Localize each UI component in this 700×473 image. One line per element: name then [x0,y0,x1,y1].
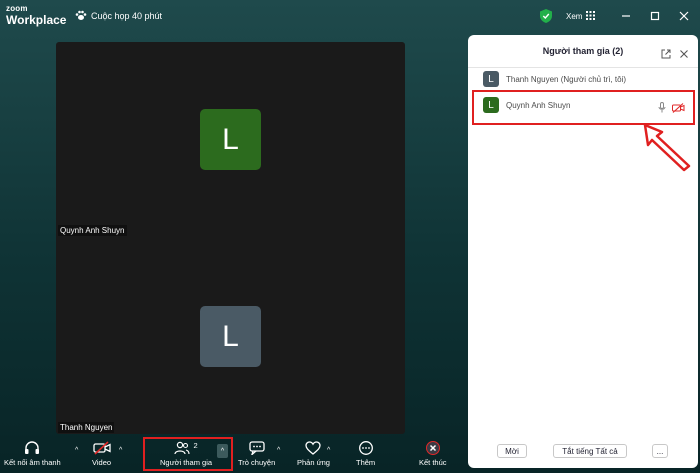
minimize-icon [622,15,630,17]
invite-button[interactable]: Mời [497,444,527,458]
reactions-button[interactable]: Phản ứng [297,441,330,467]
end-label: Kết thúc [419,458,447,467]
close-icon [679,11,689,21]
panel-close-icon[interactable] [679,46,689,64]
more-icon [358,441,374,455]
chat-label: Trò chuyện [238,458,276,467]
view-label: Xem [566,12,583,21]
logo-bottom-text: Workplace [6,13,67,27]
maximize-button[interactable] [647,8,663,24]
participants-caret-button[interactable]: ^ [217,444,228,458]
video-tile-name: Quynh Anh Shuyn [58,225,127,236]
video-caret-icon[interactable]: ^ [119,447,122,454]
participants-label: Người tham gia [160,458,213,467]
join-audio-label: Kết nối âm thanh [4,458,61,467]
video-tile-avatar[interactable]: L [200,306,261,367]
title-bar: zoom Workplace Cuộc họp 40 phút Xem [0,0,700,33]
participants-icon-group: 2 [174,441,198,455]
reactions-label: Phản ứng [297,458,330,467]
end-meeting-button[interactable]: Kết thúc [419,441,447,467]
video-tile-name: Thanh Nguyen [58,422,115,433]
maximize-icon [650,11,660,21]
zoom-logo: zoom Workplace [6,4,67,27]
video-label: Video [92,458,112,467]
audio-caret-icon[interactable]: ^ [75,447,78,454]
meeting-info[interactable]: Cuộc họp 40 phút [75,10,162,21]
participants-count: 2 [193,441,198,450]
reactions-caret-icon[interactable]: ^ [327,447,330,454]
view-button[interactable]: Xem [566,11,596,22]
mute-all-button[interactable]: Tắt tiếng Tất cả [553,444,627,458]
grid-icon [586,11,596,22]
headphones-icon [24,441,40,455]
participant-row-icons [658,100,685,118]
security-shield-icon[interactable] [540,9,552,28]
more-button[interactable]: Thêm [356,441,375,467]
meeting-title: Cuộc họp 40 phút [91,10,163,21]
video-off-icon[interactable] [672,100,685,118]
join-audio-button[interactable]: Kết nối âm thanh [4,441,61,467]
chat-button[interactable]: Trò chuyện [238,441,275,467]
heart-icon [305,441,322,455]
video-tile-avatar[interactable]: L [200,109,261,170]
microphone-icon[interactable] [658,100,666,118]
pointer-arrow-icon [643,123,691,172]
people-icon [174,441,190,455]
participant-row[interactable]: L Thanh Nguyen (Người chủ trì, tôi) [483,71,626,87]
paw-icon [75,10,87,21]
minimize-button[interactable] [618,8,634,24]
video-gallery [56,42,405,434]
chat-icon [248,441,265,455]
close-window-button[interactable] [676,8,692,24]
more-options-button[interactable]: ... [652,444,668,458]
chat-caret-icon[interactable]: ^ [277,447,280,454]
popout-icon[interactable] [661,46,671,64]
video-off-icon [92,441,111,455]
participants-button[interactable]: 2 Người tham gia [160,441,212,467]
more-label: Thêm [356,458,376,467]
participant-avatar: L [483,71,499,87]
end-x-icon [425,441,441,455]
logo-top-text: zoom [6,4,28,13]
participant-name: Thanh Nguyen (Người chủ trì, tôi) [506,74,626,84]
panel-divider [468,67,698,68]
video-button[interactable]: Video [92,441,111,467]
